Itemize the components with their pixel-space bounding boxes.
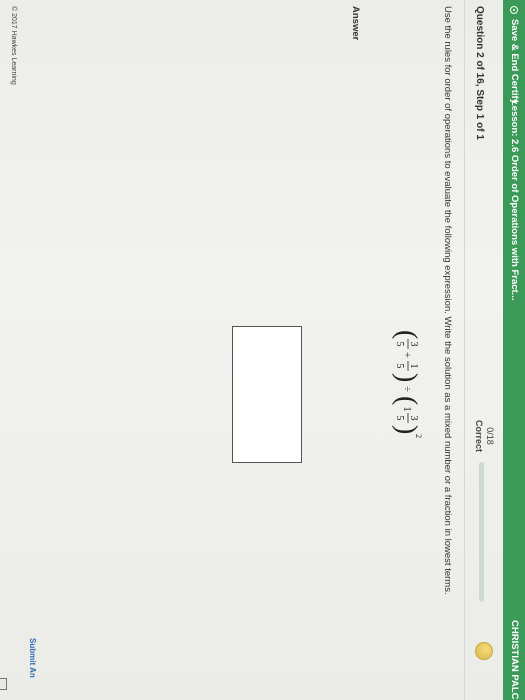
submit-answer-button[interactable]: Submit An	[28, 638, 37, 678]
mixed-whole: 1	[401, 406, 413, 412]
math-expression: ( 3 5 + 1 5 ) ÷ ( 1 3 5 ) 2	[391, 330, 423, 438]
save-icon	[510, 6, 518, 14]
keyboard-icon[interactable]	[0, 678, 7, 690]
coin-icon	[475, 642, 493, 660]
close-paren-2: )	[391, 425, 422, 434]
score-value: 0/18	[485, 427, 495, 445]
divide-sign: ÷	[401, 386, 413, 392]
close-paren-1: )	[391, 373, 422, 382]
answer-input[interactable]	[232, 326, 302, 463]
save-label: Save & End Certify	[509, 19, 520, 104]
app-page: Save & End Certify Lesson: 2.6 Order of …	[0, 0, 525, 700]
save-and-end-button[interactable]: Save & End Certify	[503, 6, 525, 104]
open-paren-2: (	[391, 396, 422, 405]
mixed-denominator: 5	[394, 416, 405, 421]
answer-label: Answer	[350, 6, 361, 41]
plus-sign: +	[401, 352, 413, 358]
fraction-1-denominator: 5	[394, 342, 405, 347]
lesson-title: Lesson: 2.6 Order of Operations with Fra…	[509, 100, 520, 301]
score-display: 0/18 Correct	[473, 420, 495, 452]
fraction-1-numerator: 3	[408, 342, 419, 347]
progress-bar	[479, 462, 484, 602]
open-paren-1: (	[391, 330, 422, 339]
question-header: Question 2 of 16, Step 1 of 1	[474, 6, 485, 140]
copyright-text: © 2017 Hawkes Learning	[10, 6, 17, 85]
fraction-2-denominator: 5	[394, 364, 405, 369]
fraction-2-numerator: 1	[408, 364, 419, 369]
top-bar: Save & End Certify Lesson: 2.6 Order of …	[503, 0, 525, 700]
user-name[interactable]: CHRISTIAN PALC	[503, 620, 525, 700]
score-label: Correct	[474, 420, 484, 453]
exponent: 2	[414, 434, 423, 438]
mixed-numerator: 3	[408, 416, 419, 421]
question-instructions: Use the rules for order of operations to…	[442, 6, 453, 595]
header-divider	[464, 0, 465, 700]
